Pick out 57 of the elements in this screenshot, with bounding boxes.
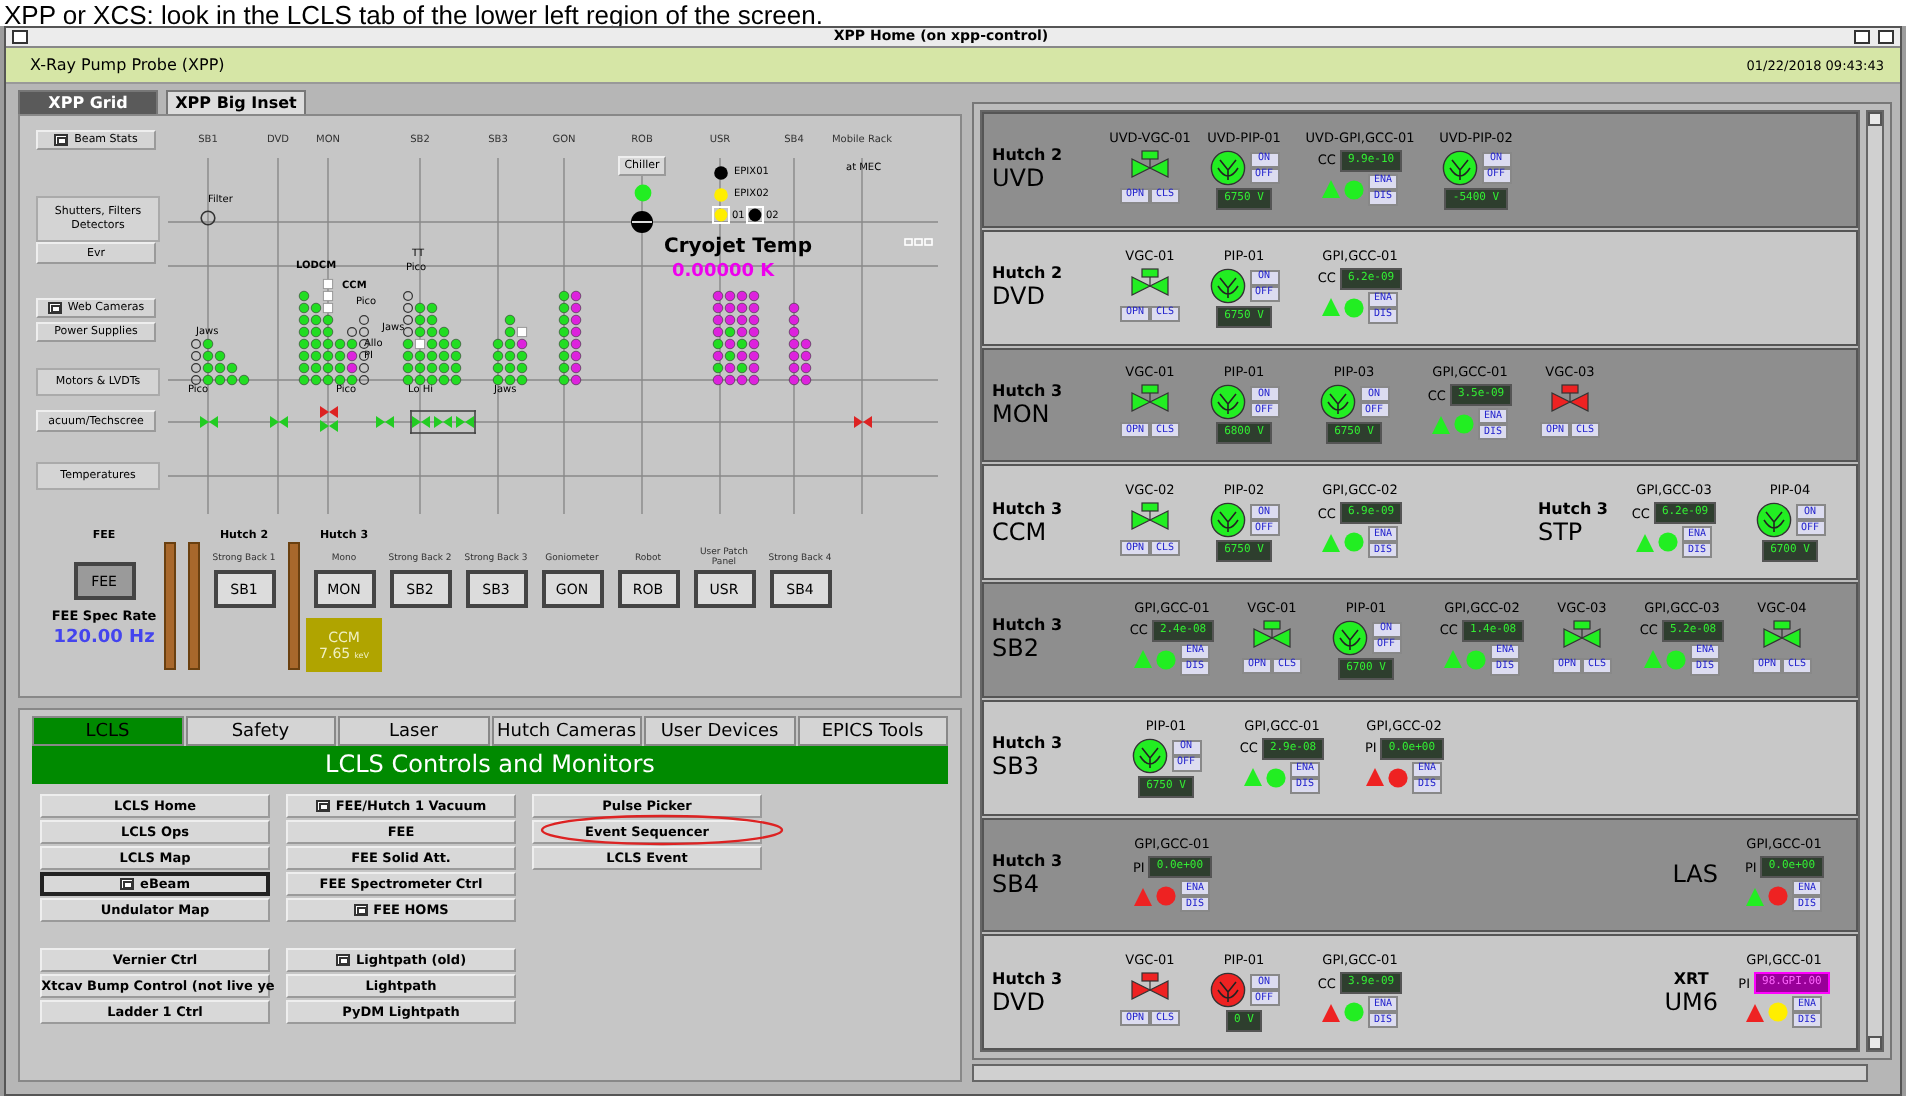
window-icon: [54, 134, 69, 146]
window-icon: [353, 904, 368, 916]
status-led-cluster-drawing: [712, 290, 760, 386]
hutch-title: Hutch 3: [992, 734, 1065, 753]
area-name: SB3: [992, 752, 1041, 781]
area-name: UM6: [1664, 987, 1718, 1016]
section-header: LCLS Controls and Monitors: [32, 746, 948, 784]
tab[interactable]: User Devices: [644, 716, 795, 746]
area-name: CCM: [992, 517, 1049, 546]
horizontal-scrollbar[interactable]: [972, 1064, 1868, 1082]
tab[interactable]: XPP Big Inset: [166, 90, 306, 114]
square-outlines-icon: [904, 238, 934, 246]
hutch-title: Hutch 3: [992, 381, 1065, 400]
minimize-icon[interactable]: [1854, 30, 1870, 44]
app-title: X-Ray Pump Probe (XPP): [30, 56, 225, 74]
vertical-scrollbar[interactable]: [1866, 110, 1884, 1052]
cryojet-value: 0.00000 K: [672, 262, 775, 282]
area-name: DVD: [992, 282, 1047, 311]
caption-text: XPP or XCS: look in the LCLS tab of the lower left region of the screen.: [0, 0, 1906, 26]
hutch-wall: [188, 542, 200, 670]
status-led-cluster-drawing: [788, 302, 812, 386]
area-name: SB4: [992, 869, 1041, 898]
status-led-cluster-drawing: [190, 338, 250, 386]
status-led-cluster-drawing: [492, 314, 528, 386]
hutch-title: Hutch 3: [992, 499, 1065, 518]
area-name: LAS: [1672, 860, 1718, 889]
tab[interactable]: EPICS Tools: [797, 716, 948, 746]
status-led-cluster-drawing: [558, 290, 582, 386]
window-icon: [47, 302, 62, 314]
window-icon: [315, 800, 330, 812]
window-menu-icon[interactable]: [12, 30, 28, 44]
hutch-title: Hutch 3: [992, 616, 1065, 635]
tab[interactable]: LCLS: [32, 716, 183, 746]
area-name: DVD: [992, 987, 1047, 1016]
status-led-cluster-drawing: [402, 290, 462, 386]
hutch-title: Hutch 3: [992, 851, 1065, 870]
hutch-title: XRT: [1671, 969, 1711, 988]
area-name: MON: [992, 399, 1052, 428]
hutch-title: Hutch 3: [992, 969, 1065, 988]
window-icon: [120, 878, 135, 890]
cryojet-title: Cryojet Temp: [664, 236, 812, 258]
close-icon[interactable]: [1878, 30, 1894, 44]
tab[interactable]: Safety: [185, 716, 336, 746]
hutch-wall: [288, 542, 300, 670]
tab[interactable]: Laser: [338, 716, 489, 746]
status-light: [200, 210, 216, 226]
area-name: UVD: [992, 164, 1047, 193]
area-name: STP: [1537, 517, 1585, 546]
window-icon: [335, 954, 350, 966]
hutch-title: Hutch 2: [992, 146, 1065, 165]
hutch-title: Hutch 2: [992, 264, 1065, 283]
hutch-wall: [164, 542, 176, 670]
hutch-title: Hutch 3: [1537, 499, 1608, 518]
tab[interactable]: XPP Grid: [18, 90, 158, 114]
rate-value: 120.00 Hz: [53, 628, 155, 648]
area-name: SB2: [992, 634, 1041, 663]
tab[interactable]: Hutch Cameras: [491, 716, 642, 746]
